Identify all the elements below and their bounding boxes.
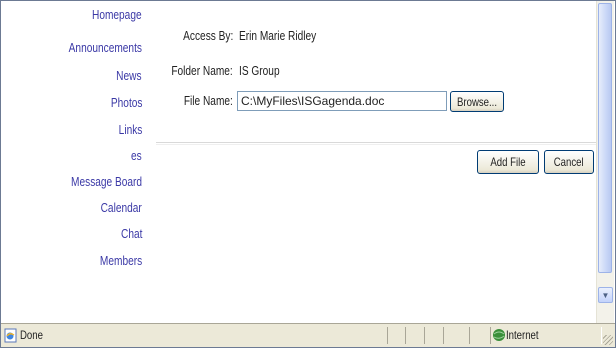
browse-button-label: Browse...	[456, 94, 497, 109]
scroll-thumb[interactable]	[598, 3, 612, 273]
nav-item-links[interactable]: Links	[118, 122, 142, 137]
file-name-input[interactable]	[237, 91, 447, 111]
status-pane	[424, 327, 444, 344]
browse-button[interactable]: Browse...	[450, 91, 504, 112]
nav-item-chat[interactable]: Chat	[121, 226, 142, 241]
access-value: Erin Marie Ridley	[239, 28, 317, 43]
status-pane	[405, 327, 425, 344]
status-pane	[443, 327, 470, 344]
browser-window: Homepage Announcements News Photos Links…	[0, 0, 616, 348]
access-label: Access By:	[182, 28, 233, 43]
status-text: Done	[20, 328, 43, 342]
status-pane	[469, 327, 491, 344]
page-content: Homepage Announcements News Photos Links…	[4, 1, 596, 323]
folder-value: IS Group	[239, 63, 280, 78]
nav-item-homepage[interactable]: Homepage	[92, 7, 142, 22]
nav-item-photos[interactable]: Photos	[110, 95, 142, 110]
file-name-label: File Name:	[183, 93, 233, 108]
folder-label: Folder Name:	[171, 63, 233, 78]
cancel-button[interactable]: Cancel	[544, 150, 594, 174]
ie-page-icon	[4, 328, 17, 343]
nav-item-announcements[interactable]: Announcements	[69, 40, 142, 55]
nav-item-message-board[interactable]: Message Board	[71, 174, 142, 189]
divider-shadow	[156, 144, 596, 145]
globe-icon	[493, 329, 505, 341]
status-bar: Done Internet	[1, 323, 615, 347]
zone-text: Internet	[506, 328, 539, 342]
resize-grip-icon[interactable]	[603, 335, 613, 345]
cancel-button-label: Cancel	[554, 155, 584, 169]
nav-item-calendar[interactable]: Calendar	[101, 200, 142, 215]
divider	[156, 142, 596, 143]
nav-item-news[interactable]: News	[117, 68, 142, 83]
nav-item-files[interactable]: es	[131, 148, 142, 163]
add-file-button[interactable]: Add File	[477, 150, 539, 174]
add-file-button-label: Add File	[490, 155, 526, 169]
vertical-scrollbar[interactable]: ▼	[596, 1, 614, 323]
scroll-down-arrow-icon[interactable]: ▼	[598, 287, 613, 303]
nav-item-members[interactable]: Members	[100, 253, 142, 268]
status-pane	[387, 327, 406, 344]
